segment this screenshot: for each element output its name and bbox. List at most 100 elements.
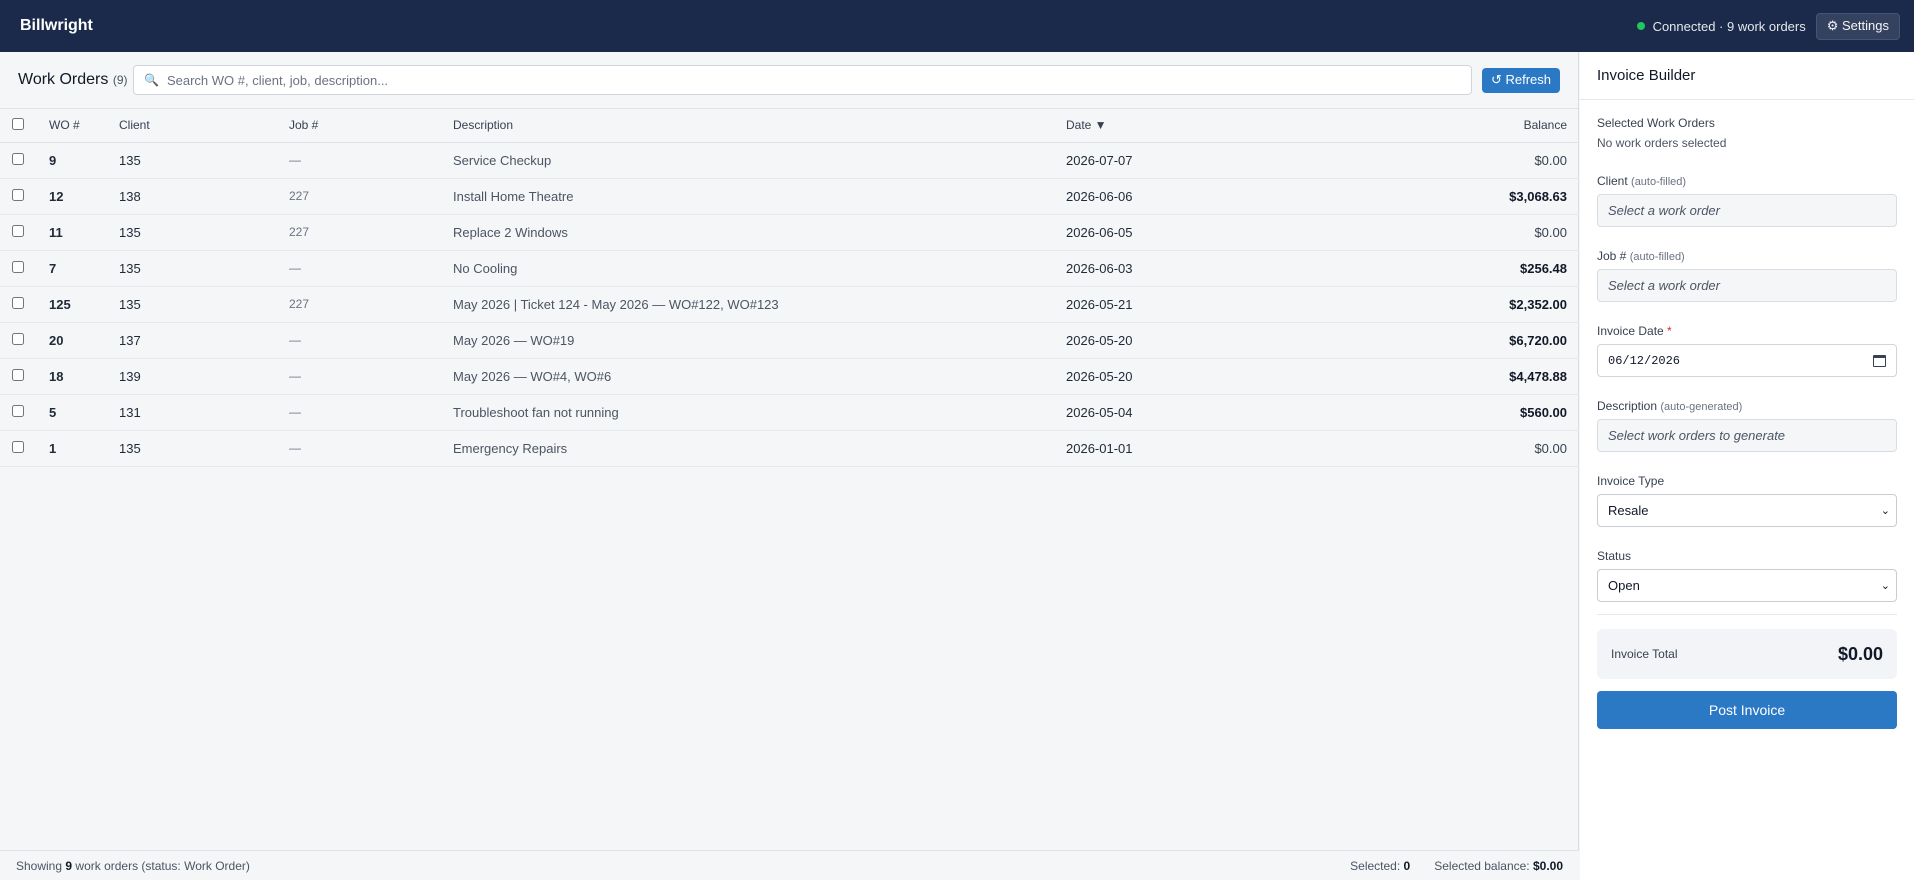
client-id: 138	[119, 178, 289, 215]
balance: $2,352.00	[1286, 286, 1579, 323]
showing-suffix: work orders (status: Work Order)	[75, 858, 250, 873]
post-invoice-button[interactable]: Post Invoice	[1597, 691, 1897, 729]
column-header-job[interactable]: Job #	[289, 109, 453, 143]
job-label-text: Job #	[1597, 249, 1627, 263]
panel-divider	[1597, 614, 1897, 615]
table-row[interactable]: 1 135— Emergency Repairs 2026-01-01 $0.00	[0, 430, 1579, 467]
table-row[interactable]: 18 139— May 2026 — WO#4, WO#6 2026-05-20 $4,…	[0, 358, 1579, 395]
search-input[interactable]	[166, 72, 1461, 88]
search-box[interactable]: 🔍	[133, 65, 1472, 95]
row-checkbox[interactable]	[12, 404, 24, 417]
connected-dot-icon	[1636, 22, 1645, 30]
table-row[interactable]: 9 135— Service Checkup 2026-07-07 $0.00	[0, 142, 1579, 179]
date: 2026-05-20	[1066, 358, 1286, 395]
description-field-label: Description (auto-generated)	[1597, 399, 1897, 413]
invoice-total-box: Invoice Total $0.00	[1597, 629, 1897, 679]
row-checkbox-cell	[0, 178, 49, 215]
job-number: —	[289, 250, 453, 287]
description-field: Select work orders to generate	[1597, 419, 1897, 452]
column-header-client[interactable]: Client	[119, 109, 289, 143]
column-header-date[interactable]: Date ▼	[1066, 109, 1286, 143]
row-checkbox[interactable]	[12, 152, 24, 165]
date: 2026-05-20	[1066, 322, 1286, 359]
row-checkbox[interactable]	[12, 188, 24, 201]
row-checkbox-cell	[0, 142, 49, 179]
invoice-total-value: $0.00	[1837, 643, 1883, 664]
column-header-description[interactable]: Description	[453, 109, 1066, 143]
selected-balance: Selected balance: $0.00	[1434, 859, 1563, 873]
wo-number: 1	[49, 430, 119, 467]
client-id: 135	[119, 430, 289, 467]
chevron-down-icon: ⌄	[1880, 580, 1890, 592]
table-row[interactable]: 7 135— No Cooling 2026-06-03 $256.48	[0, 250, 1579, 287]
job-number: 227	[289, 214, 453, 251]
client-id: 137	[119, 322, 289, 359]
description: No Cooling	[453, 250, 1066, 287]
description-label-text: Description	[1597, 399, 1658, 413]
description: May 2026 — WO#19	[453, 322, 1066, 359]
select-all-checkbox[interactable]	[12, 117, 24, 130]
client-id: 139	[119, 358, 289, 395]
status-footer: Showing 9 work orders (status: Work Orde…	[0, 850, 1579, 880]
invoice-date-label-text: Invoice Date	[1597, 324, 1664, 338]
selected-count-label: Selected:	[1350, 858, 1401, 873]
settings-button[interactable]: ⚙ Settings	[1815, 12, 1900, 40]
table-row[interactable]: 125 135 227 May 2026 | Ticket 124 - May 202…	[0, 286, 1579, 323]
invoice-date-input[interactable]: 06/12/2026	[1597, 344, 1897, 377]
date: 2026-01-01	[1066, 430, 1286, 467]
job-number: —	[289, 142, 453, 179]
work-order-count: (9)	[112, 73, 128, 87]
balance: $0.00	[1286, 142, 1579, 179]
required-marker: *	[1667, 324, 1672, 338]
selected-balance-value: $0.00	[1532, 858, 1563, 873]
description: Emergency Repairs	[453, 430, 1066, 467]
table-row[interactable]: 12 138 227 Install Home Theatre 2026-06-06 $3…	[0, 178, 1579, 215]
work-orders-table: WO # Client Job # Description Date ▼ Bal…	[0, 109, 1579, 467]
row-checkbox-cell	[0, 358, 49, 395]
selected-count-value: 0	[1403, 858, 1411, 873]
invoice-type-label: Invoice Type	[1597, 474, 1665, 488]
refresh-button[interactable]: ↺ Refresh	[1481, 67, 1560, 93]
row-checkbox[interactable]	[12, 260, 24, 273]
table-row[interactable]: 11 135 227 Replace 2 Windows 2026-06-05 $0.00	[0, 214, 1579, 251]
invoice-date-value: 06/12/2026	[1608, 353, 1681, 368]
description: Install Home Theatre	[453, 178, 1066, 215]
wo-number: 12	[49, 178, 119, 215]
calendar-icon[interactable]	[1873, 354, 1886, 367]
balance: $6,720.00	[1286, 322, 1579, 359]
invoice-type-select[interactable]: Resale ⌄	[1597, 494, 1897, 527]
row-checkbox[interactable]	[12, 332, 24, 345]
chevron-down-icon: ⌄	[1880, 505, 1890, 517]
showing-prefix: Showing	[16, 858, 63, 873]
client-id: 135	[119, 250, 289, 287]
date: 2026-07-07	[1066, 142, 1286, 179]
row-checkbox[interactable]	[12, 224, 24, 237]
job-field-label: Job # (auto-filled)	[1597, 249, 1897, 263]
description-label-hint: (auto-generated)	[1660, 401, 1743, 413]
page-title: Work Orders (9)	[18, 71, 128, 89]
date: 2026-06-03	[1066, 250, 1286, 287]
date: 2026-06-05	[1066, 214, 1286, 251]
column-header-balance[interactable]: Balance	[1286, 109, 1579, 143]
balance: $256.48	[1286, 250, 1579, 287]
column-header-wo[interactable]: WO #	[49, 109, 119, 143]
table-row[interactable]: 5 131— Troubleshoot fan not running 2026-05…	[0, 394, 1579, 431]
row-checkbox[interactable]	[12, 440, 24, 453]
client-field-label: Client (auto-filled)	[1597, 174, 1897, 188]
description: Replace 2 Windows	[453, 214, 1066, 251]
status-select[interactable]: Open ⌄	[1597, 569, 1897, 602]
selection-summary: Selected: 0 Selected balance: $0.00	[1350, 859, 1563, 873]
client-id: 135	[119, 286, 289, 323]
selected-work-orders-label: Selected Work Orders	[1597, 116, 1715, 130]
invoice-builder-title: Invoice Builder	[1580, 52, 1914, 100]
row-checkbox[interactable]	[12, 296, 24, 309]
row-checkbox[interactable]	[12, 368, 24, 381]
balance: $0.00	[1286, 430, 1579, 467]
showing-count: 9	[65, 858, 73, 873]
selected-count: Selected: 0	[1350, 859, 1410, 873]
balance: $0.00	[1286, 214, 1579, 251]
table-row[interactable]: 20 137— May 2026 — WO#19 2026-05-20 $6,720.0…	[0, 322, 1579, 359]
job-number: —	[289, 394, 453, 431]
top-bar-right: Connected · 9 work orders ⚙ Settings	[1636, 12, 1900, 40]
row-checkbox-cell	[0, 214, 49, 251]
